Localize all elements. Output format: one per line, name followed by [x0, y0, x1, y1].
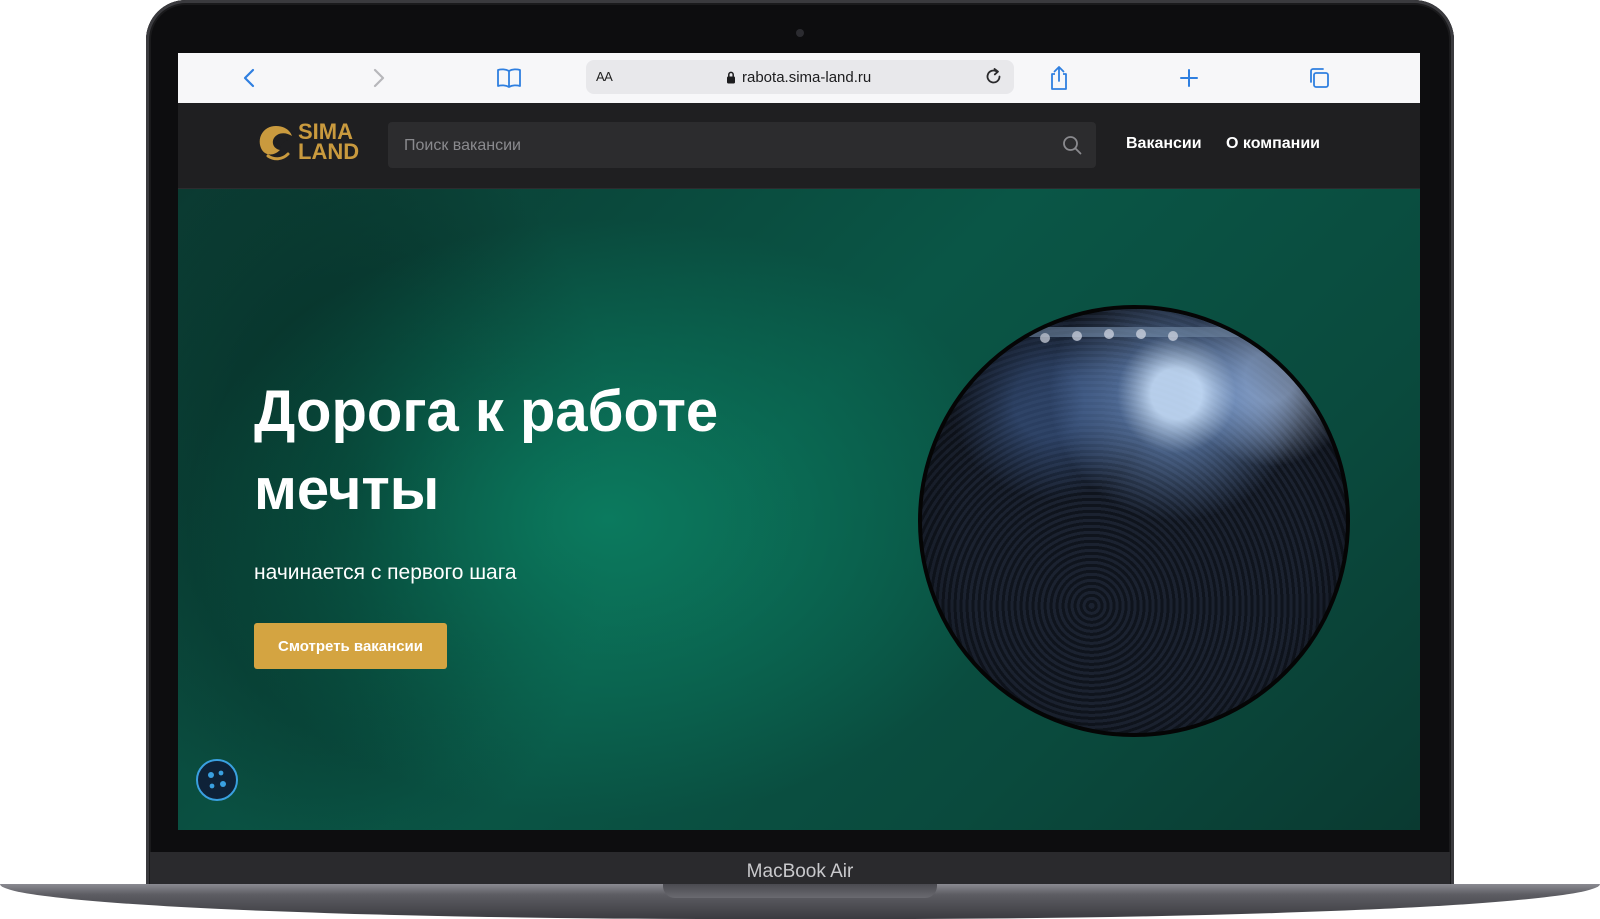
hero-title: Дорога к работе мечты [254, 373, 814, 529]
text-size-button[interactable]: AA [596, 69, 613, 84]
hero-section: Дорога к работе мечты начинается с перво… [178, 189, 1420, 830]
webcam [796, 29, 804, 37]
nav-about-company[interactable]: О компании [1226, 135, 1320, 153]
address-bar[interactable]: AA rabota.sima-land.ru [586, 60, 1014, 94]
laptop-hinge-notch [663, 884, 937, 898]
new-tab-icon[interactable] [1176, 65, 1202, 91]
view-vacancies-button[interactable]: Смотреть вакансии [254, 623, 447, 669]
cookie-icon [208, 770, 226, 789]
hero-subtitle: начинается с первого шага [254, 561, 517, 584]
device-label: MacBook Air [746, 861, 854, 882]
sima-land-logo[interactable]: SIMA LAND [254, 120, 364, 166]
image-vignette [922, 309, 1346, 733]
bookmarks-icon[interactable] [496, 65, 522, 91]
cookie-settings-button[interactable] [196, 759, 238, 801]
laptop-screen: AA rabota.sima-land.ru SIMA LAND Поиск в… [178, 53, 1420, 830]
job-search [388, 122, 1096, 170]
logo-bird-icon [259, 126, 292, 161]
logo-line2: LAND [298, 139, 360, 164]
tabs-icon[interactable] [1306, 65, 1332, 91]
browser-toolbar: AA rabota.sima-land.ru [178, 53, 1420, 104]
back-icon[interactable] [236, 65, 262, 91]
share-icon[interactable] [1046, 65, 1072, 91]
hero-title-line1: Дорога к работе [254, 379, 719, 444]
hero-title-line2: мечты [254, 457, 440, 522]
concert-crowd-image [918, 305, 1350, 737]
reload-icon[interactable] [984, 67, 1004, 92]
nav-vacancies[interactable]: Вакансии [1126, 135, 1202, 153]
search-icon[interactable] [1062, 135, 1082, 160]
url-text[interactable]: rabota.sima-land.ru [742, 69, 871, 86]
lock-icon [726, 71, 736, 89]
site-header: SIMA LAND Вакансии О компании [178, 103, 1420, 189]
search-input[interactable] [388, 122, 1046, 170]
forward-icon[interactable] [366, 65, 392, 91]
logo-text: SIMA LAND [298, 121, 360, 164]
